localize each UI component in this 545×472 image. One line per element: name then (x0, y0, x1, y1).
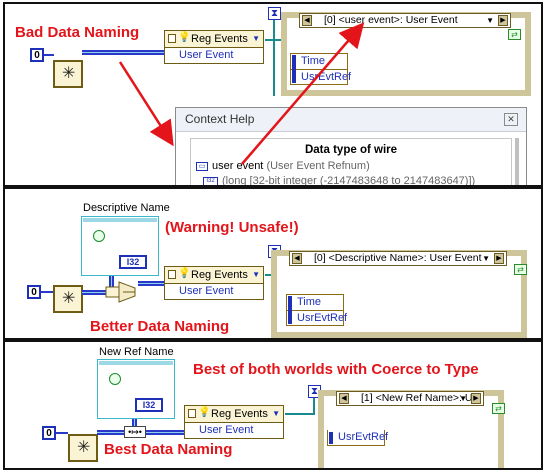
next-case-icon[interactable]: ▶ (494, 253, 504, 264)
numeric-constant[interactable]: 0 (42, 426, 56, 440)
ref-field[interactable]: UsrEvtRef (328, 430, 388, 445)
register-events-node[interactable]: 💡 Reg Events User Event ▼ (184, 405, 284, 439)
prev-case-icon[interactable]: ◀ (339, 393, 349, 404)
panel-subtitle: Best of both worlds with Coerce to Type (193, 361, 479, 378)
wire (41, 291, 53, 293)
create-user-event-node[interactable]: ✳ (68, 434, 98, 462)
reg-events-label: Reg Events (211, 408, 268, 420)
user-event-constant[interactable]: I32 (81, 216, 159, 276)
i32-element[interactable]: I32 (119, 255, 147, 269)
event-case-label: [0] <Descriptive Name>: User Event (314, 252, 482, 264)
constant-cap (99, 361, 173, 365)
dropdown-arrow-icon: ▼ (482, 254, 490, 263)
event-case-selector[interactable]: ◀ [1] <New Ref Name>: U ▼ ▶ (336, 391, 484, 406)
reg-events-label: Reg Events (191, 269, 248, 281)
type-cast-node[interactable] (105, 281, 139, 303)
panel-title: Best Data Naming (104, 441, 233, 458)
user-event-terminal[interactable]: User Event (185, 422, 283, 438)
wire (285, 413, 315, 415)
panel-best-data-naming: New Ref Name I32 Best of both worlds wit… (3, 340, 543, 470)
cluster-icon (93, 230, 105, 242)
gear-icon: ✳ (62, 290, 76, 307)
panel-bad-data-naming: Bad Data Naming 0 ✳ 💡 Reg Events User Ev… (3, 2, 543, 187)
user-event-terminal[interactable]: User Event (165, 283, 263, 299)
next-case-icon[interactable]: ▶ (471, 393, 481, 404)
panel-better-data-naming: Descriptive Name I32 (Warning! Unsafe!) … (3, 187, 543, 340)
dropdown-arrow-icon: ▼ (459, 394, 467, 403)
dropdown-arrow-icon: ▼ (272, 409, 280, 418)
panel-title: Better Data Naming (90, 318, 230, 335)
node-edge (288, 296, 292, 324)
create-user-event-node[interactable]: ✳ (53, 285, 83, 313)
arrow-to-event-case (241, 22, 365, 165)
event-case-label: [1] <New Ref Name>: U (361, 392, 473, 404)
cluster-icon (109, 373, 121, 385)
node-edge (329, 432, 333, 444)
dynamic-event-terminal-icon[interactable]: ⇄ (514, 264, 527, 275)
ref-field[interactable]: UsrEvtRef (287, 310, 347, 325)
time-field[interactable]: Time (287, 295, 343, 310)
wire (97, 430, 125, 435)
event-structure[interactable]: ◀ [1] <New Ref Name>: U ▼ ▶ UsrEvtRef (318, 390, 504, 468)
event-data-node[interactable]: Time UsrEvtRef (286, 294, 347, 326)
wire (82, 290, 106, 295)
event-case-selector[interactable]: ◀ [0] <Descriptive Name>: User Event ▼ ▶ (289, 251, 507, 266)
gear-icon: ✳ (77, 439, 91, 456)
register-events-node[interactable]: 💡 Reg Events User Event ▼ (164, 266, 264, 300)
prev-case-icon[interactable]: ◀ (292, 253, 302, 264)
wire (138, 281, 164, 286)
warning-text: (Warning! Unsafe!) (165, 219, 299, 236)
numeric-constant[interactable]: 0 (27, 285, 41, 299)
arrow-annotations (118, 22, 365, 165)
wire (56, 432, 68, 434)
dynamic-event-terminal-icon[interactable]: ⇄ (492, 403, 505, 414)
coerce-to-type-node[interactable]: •↦• (124, 426, 146, 438)
i32-element[interactable]: I32 (135, 398, 163, 412)
wire (146, 430, 184, 435)
event-structure[interactable]: ◀ [0] <Descriptive Name>: User Event ▼ ▶… (271, 250, 527, 338)
dropdown-arrow-icon: ▼ (252, 270, 260, 279)
event-data-node[interactable]: UsrEvtRef (327, 430, 388, 446)
arrow-to-help (118, 61, 174, 147)
user-event-constant[interactable]: I32 (97, 359, 175, 419)
constant-cap (83, 218, 157, 222)
constant-label: New Ref Name (99, 346, 174, 358)
constant-label: Descriptive Name (83, 202, 170, 214)
